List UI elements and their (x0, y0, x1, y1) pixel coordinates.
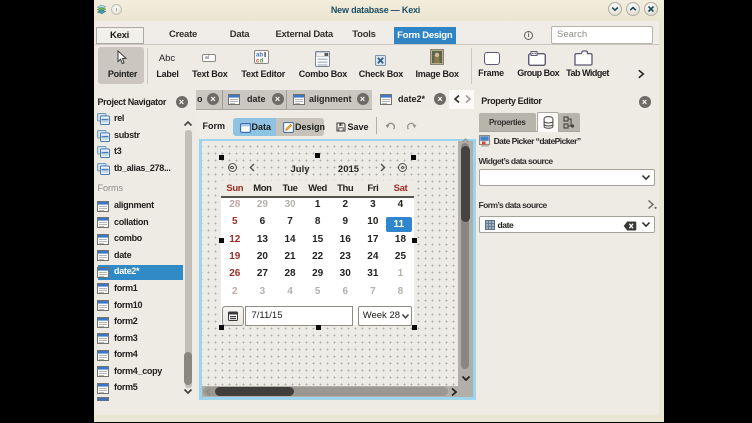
svg-text:d: d (260, 58, 264, 64)
